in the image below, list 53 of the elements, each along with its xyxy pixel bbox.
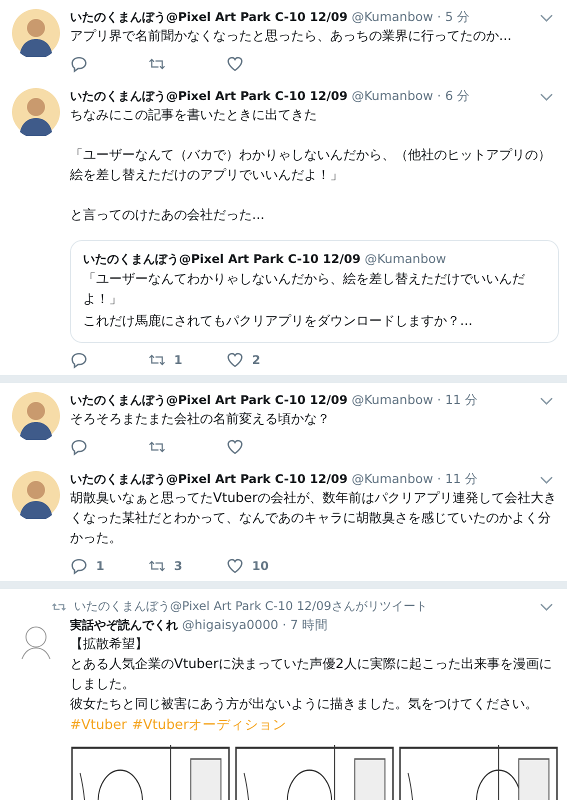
author-name[interactable]: いたのくまんぼう@Pixel Art Park C-10 12/09 <box>70 88 348 105</box>
author-handle[interactable]: @Kumanbow <box>352 9 434 24</box>
tweet-text: とある人気企業のVtuberに決まっていた声優2人に実際に起こった出来事を漫画にしました。 <box>70 656 553 694</box>
tweet-text: 彼女たちと同じ被害にあう方が出ないように描きました。気をつけてください。 <box>70 696 539 714</box>
author-handle[interactable]: @Kumanbow <box>352 88 434 103</box>
retweet-count: 1 <box>174 353 182 367</box>
tweet-time[interactable]: · 11 分 <box>437 471 478 488</box>
author-name: いたのくまんぼう@Pixel Art Park C-10 12/09 <box>83 251 361 268</box>
chevron-down-icon[interactable] <box>540 476 553 484</box>
retweet-count: 3 <box>174 559 182 573</box>
avatar[interactable] <box>12 392 60 440</box>
author-handle: @Kumanbow <box>364 251 446 266</box>
author-handle[interactable]: @higaisya0000 <box>182 617 278 632</box>
tweet-text: と言ってのけたあの会社だった... <box>70 207 266 225</box>
heart-icon[interactable] <box>226 351 244 369</box>
retweet-context: いたのくまんぼう@Pixel Art Park C-10 12/09さんがリツイート <box>74 598 428 615</box>
avatar[interactable] <box>12 88 60 136</box>
tweet-time[interactable]: · 5 分 <box>437 9 470 26</box>
tweet-text: ちなみにこの記事を書いたときに出てきた <box>70 107 318 125</box>
heart-icon[interactable] <box>226 438 244 456</box>
reply-icon[interactable] <box>70 557 88 575</box>
tweet-time[interactable]: · 6 分 <box>437 88 470 105</box>
tweet-time[interactable]: · 11 分 <box>437 392 478 409</box>
tweet-text: 【拡散希望】 <box>70 636 149 654</box>
author-name[interactable]: いたのくまんぼう@Pixel Art Park C-10 12/09 <box>70 392 348 409</box>
tweet-text: 胡散臭いなぁと思ってたVtuberの会社が、数年前はパクリアプリ連発して会社大きくなった某社だとわかって、なんであのキャラに胡散臭さを感じていたのかよく分かった。 <box>70 490 558 548</box>
quoted-tweet[interactable]: いたのくまんぼう@Pixel Art Park C-10 12/09 @Kumanbow 「ユーザーなんてわかりゃしないんだから、絵を差し替えただけでいいんだよ！」 これだけ馬鹿にされてもパクリアプリをダウンロードしますか？... <box>70 240 559 343</box>
tweet-time[interactable]: · 7 時間 <box>282 617 328 634</box>
reply-count: 1 <box>96 559 104 573</box>
heart-icon[interactable] <box>226 55 244 73</box>
chevron-down-icon[interactable] <box>540 397 553 405</box>
avatar[interactable] <box>12 471 60 519</box>
chevron-down-icon[interactable] <box>540 14 553 22</box>
chevron-down-icon[interactable] <box>540 603 553 611</box>
avatar[interactable] <box>12 9 60 57</box>
like-count: 2 <box>252 353 260 367</box>
tweet-text: アプリ界で名前聞かなくなったと思ったら、あっちの業界に行ってたのか... <box>70 28 513 46</box>
author-name[interactable]: いたのくまんぼう@Pixel Art Park C-10 12/09 <box>70 471 348 488</box>
like-count: 10 <box>252 559 269 573</box>
author-handle[interactable]: @Kumanbow <box>352 471 434 486</box>
reply-icon[interactable] <box>70 351 88 369</box>
author-name[interactable]: 実話やぞ読んでくれ <box>70 617 178 634</box>
quoted-text: 「ユーザーなんてわかりゃしないんだから、絵を差し替えただけでいいんだよ！」 <box>83 271 526 309</box>
reply-icon[interactable] <box>70 438 88 456</box>
author-handle[interactable]: @Kumanbow <box>352 392 434 407</box>
retweet-icon <box>52 602 66 612</box>
reply-icon[interactable] <box>70 55 88 73</box>
author-name[interactable]: いたのくまんぼう@Pixel Art Park C-10 12/09 <box>70 9 348 26</box>
chevron-down-icon[interactable] <box>540 93 553 101</box>
tweet-text: 「ユーザーなんて（バカで）わかりゃしないんだから、（他社のヒットアプリの）絵を差し替えただけのアプリでいいんだよ！」 <box>70 147 552 185</box>
heart-icon[interactable] <box>226 557 244 575</box>
tweet-text: そろそろまたまた会社の名前変える頃かな？ <box>70 411 331 429</box>
quoted-text: これだけ馬鹿にされてもパクリアプリをダウンロードしますか？... <box>83 313 474 331</box>
